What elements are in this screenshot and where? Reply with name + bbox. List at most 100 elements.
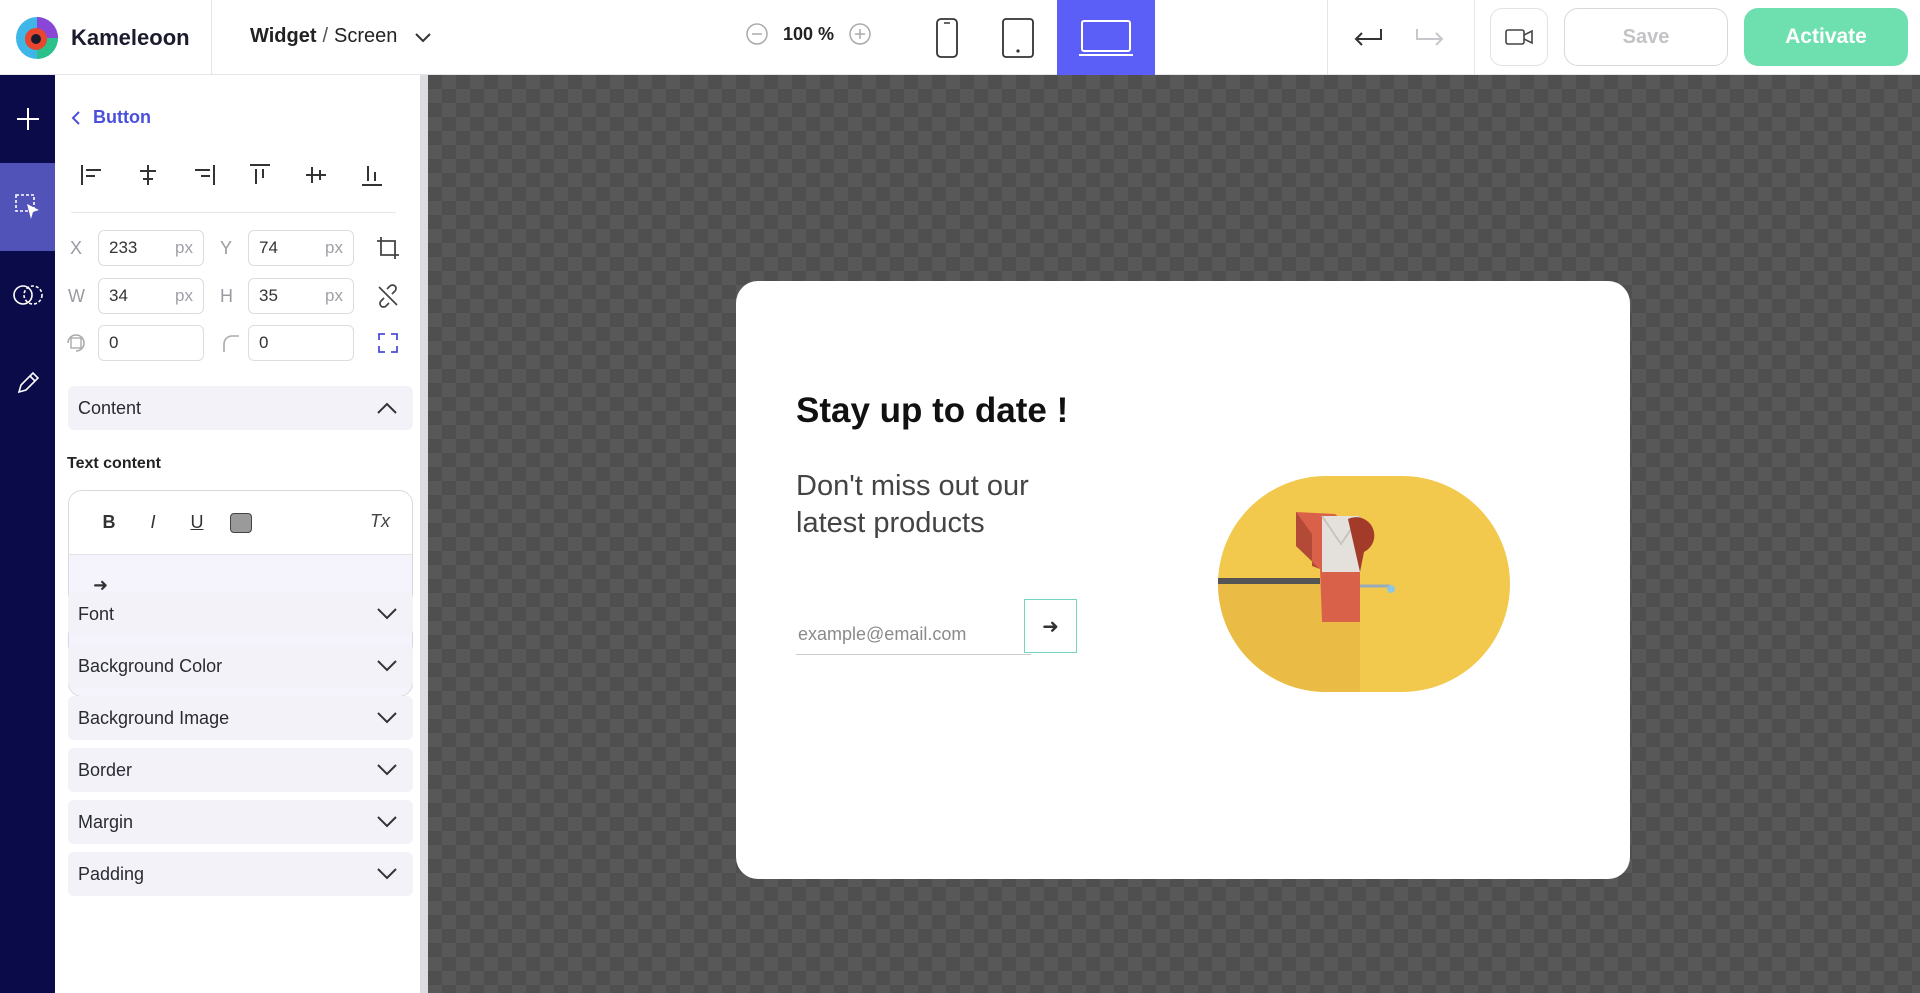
chevron-up-icon xyxy=(377,402,397,414)
chevron-left-icon xyxy=(71,110,80,125)
text-color-button[interactable] xyxy=(219,512,263,534)
align-right-icon[interactable] xyxy=(189,160,219,190)
breadcrumb[interactable]: Widget / Screen xyxy=(250,25,433,48)
w-label: W xyxy=(68,286,85,306)
x-value: 233 xyxy=(109,238,138,257)
corner-radius-icon xyxy=(216,329,244,357)
y-input[interactable]: 74 px xyxy=(248,230,354,266)
section-padding[interactable]: Padding xyxy=(68,852,413,896)
h-label: H xyxy=(220,286,233,306)
breadcrumb-separator: / xyxy=(322,25,329,47)
device-tablet-button[interactable] xyxy=(969,0,1067,75)
edit-tool-button[interactable] xyxy=(0,339,55,427)
chevron-down-icon xyxy=(377,660,397,672)
section-margin[interactable]: Margin xyxy=(68,800,413,844)
h-unit: px xyxy=(325,286,343,305)
left-rail xyxy=(0,75,55,993)
device-desktop-button[interactable] xyxy=(1057,0,1155,75)
chevron-down-icon[interactable] xyxy=(413,27,433,47)
w-input[interactable]: 34 px xyxy=(98,278,204,314)
w-value: 34 xyxy=(109,286,128,305)
widget-preview[interactable]: Stay up to date ! Don't miss out our lat… xyxy=(736,281,1630,879)
rotate-icon xyxy=(62,329,90,357)
section-font[interactable]: Font xyxy=(68,592,413,636)
breadcrumb-section[interactable]: Widget xyxy=(250,25,316,48)
color-swatch-icon xyxy=(230,513,252,534)
envelope-illustration-icon xyxy=(1217,476,1510,692)
unlink-ratio-icon[interactable] xyxy=(374,282,402,310)
crop-icon[interactable] xyxy=(374,234,402,262)
underline-button[interactable]: U xyxy=(175,512,219,533)
chevron-down-icon xyxy=(377,868,397,880)
properties-panel: Button X 233 px Y 74 px W 34 px H 35 px xyxy=(55,75,420,993)
undo-button[interactable] xyxy=(1348,20,1388,54)
shapes-icon xyxy=(12,285,43,305)
chevron-down-icon xyxy=(377,816,397,828)
zoom-in-icon[interactable] xyxy=(848,22,872,46)
widget-title[interactable]: Stay up to date ! xyxy=(796,391,1068,431)
select-cursor-icon xyxy=(14,194,39,219)
align-center-vertical-icon[interactable] xyxy=(301,160,331,190)
panel-scrollbar[interactable] xyxy=(420,75,428,993)
select-tool-button[interactable] xyxy=(0,163,55,251)
y-unit: px xyxy=(325,238,343,257)
section-content[interactable]: Content xyxy=(68,386,413,430)
section-label: Font xyxy=(78,603,115,624)
redo-icon xyxy=(1416,29,1444,46)
h-value: 35 xyxy=(259,286,278,305)
divider xyxy=(71,212,396,213)
clear-format-button[interactable]: Tx xyxy=(370,511,390,532)
divider xyxy=(211,0,212,75)
x-label: X xyxy=(70,238,83,258)
section-label: Padding xyxy=(78,863,145,884)
plus-icon xyxy=(16,108,39,130)
record-button[interactable] xyxy=(1490,8,1548,66)
activate-button[interactable]: Activate xyxy=(1744,8,1908,66)
y-label: Y xyxy=(220,238,233,258)
italic-button[interactable]: I xyxy=(131,512,175,533)
section-content-label: Content xyxy=(78,397,142,418)
widget-subtitle[interactable]: Don't miss out our latest products xyxy=(796,468,1096,542)
x-input[interactable]: 233 px xyxy=(98,230,204,266)
align-top-icon[interactable] xyxy=(245,160,275,190)
bold-button[interactable]: B xyxy=(87,512,131,533)
expand-corners-icon[interactable] xyxy=(374,329,402,357)
chevron-down-icon xyxy=(377,608,397,620)
text-content-label: Text content xyxy=(67,455,161,472)
arrow-right-icon: ➜ xyxy=(1042,615,1059,638)
align-center-horizontal-icon[interactable] xyxy=(133,160,163,190)
chevron-down-icon xyxy=(377,764,397,776)
save-button[interactable]: Save xyxy=(1564,8,1728,66)
top-bar: Kameleoon Widget / Screen 100 % Save Act… xyxy=(0,0,1920,75)
tablet-icon xyxy=(1002,17,1034,58)
align-bottom-icon[interactable] xyxy=(357,160,387,190)
desktop-icon xyxy=(1079,19,1133,56)
radius-input[interactable]: 0 xyxy=(248,325,354,361)
editor-toolbar: B I U Tx xyxy=(69,491,412,555)
submit-arrow-button[interactable]: ➜ xyxy=(1024,599,1077,653)
brand-name: Kameleoon xyxy=(71,25,190,50)
section-border[interactable]: Border xyxy=(68,748,413,792)
kameleoon-logo-icon xyxy=(16,17,58,59)
section-background-color[interactable]: Background Color xyxy=(68,644,413,688)
back-link[interactable]: Button xyxy=(71,107,151,128)
section-background-image[interactable]: Background Image xyxy=(68,696,413,740)
rotation-value: 0 xyxy=(109,333,119,352)
section-label: Background Image xyxy=(78,707,230,728)
shapes-tool-button[interactable] xyxy=(0,251,55,339)
redo-button[interactable] xyxy=(1410,20,1450,54)
y-value: 74 xyxy=(259,238,278,257)
w-unit: px xyxy=(175,286,193,305)
zoom-out-icon[interactable] xyxy=(745,22,769,46)
x-unit: px xyxy=(175,238,193,257)
breadcrumb-current[interactable]: Screen xyxy=(334,25,397,48)
email-field[interactable] xyxy=(796,615,1031,655)
h-input[interactable]: 35 px xyxy=(248,278,354,314)
rotation-input[interactable]: 0 xyxy=(98,325,204,361)
mobile-icon xyxy=(936,17,958,58)
align-left-icon[interactable] xyxy=(77,160,107,190)
add-element-button[interactable] xyxy=(0,75,55,163)
divider xyxy=(1327,0,1328,75)
section-label: Margin xyxy=(78,811,134,832)
back-label[interactable]: Button xyxy=(93,107,151,128)
